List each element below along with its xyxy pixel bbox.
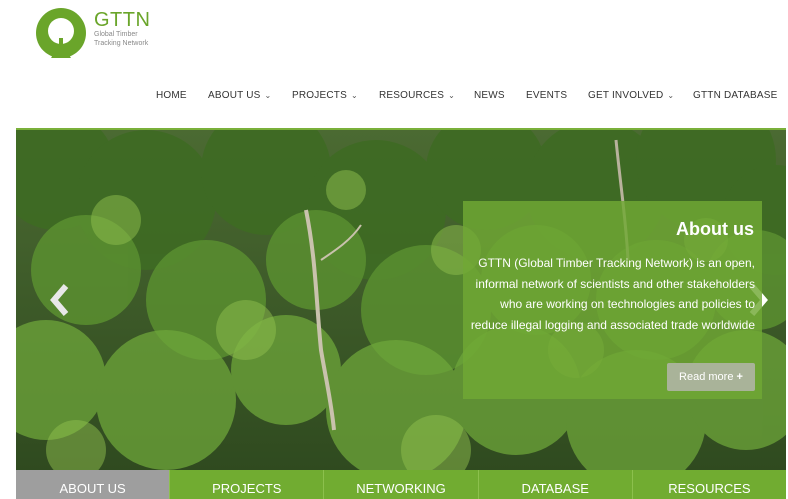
section-tabs: ABOUT US PROJECTS NETWORKING DATABASE RE… xyxy=(16,470,787,499)
read-more-button[interactable]: Read more + xyxy=(667,363,755,391)
chevron-down-icon: ⌄ xyxy=(350,91,358,100)
brand-title: GTTN xyxy=(94,9,151,31)
site-logo[interactable]: GTTN Global Timber Tracking Network xyxy=(34,6,150,60)
brand-subtitle-line1: Global Timber xyxy=(94,31,138,38)
caption-title: About us xyxy=(676,219,754,239)
nav-item-home[interactable]: HOME xyxy=(156,88,187,104)
tab-networking[interactable]: NETWORKING xyxy=(324,470,479,499)
chevron-left-icon xyxy=(50,284,69,316)
tab-database[interactable]: DATABASE xyxy=(478,470,633,499)
tab-projects[interactable]: PROJECTS xyxy=(170,470,325,499)
tab-resources[interactable]: RESOURCES xyxy=(632,470,787,499)
about-us-caption: About us GTTN (Global Timber Tracking Ne… xyxy=(463,201,762,399)
chevron-down-icon: ⌄ xyxy=(264,91,272,100)
caption-text: GTTN (Global Timber Tracking Network) is… xyxy=(470,256,755,332)
tab-about-us[interactable]: ABOUT US xyxy=(16,470,171,499)
nav-item-projects[interactable]: PROJECTS ⌄ xyxy=(292,88,358,104)
nav-item-get-involved[interactable]: GET INVOLVED ⌄ xyxy=(588,88,674,104)
nav-item-gttn-database[interactable]: GTTN DATABASE xyxy=(693,88,777,104)
brand-subtitle-line2: Tracking Network xyxy=(94,40,149,47)
chevron-down-icon: ⌄ xyxy=(448,91,456,100)
slider-prev-button[interactable] xyxy=(48,280,72,320)
chevron-down-icon: ⌄ xyxy=(667,91,675,100)
nav-item-events[interactable]: EVENTS xyxy=(526,88,567,104)
nav-item-about-us[interactable]: ABOUT US ⌄ xyxy=(208,88,271,104)
tree-logo-icon xyxy=(34,6,88,60)
main-nav: HOME ABOUT US ⌄ PROJECTS ⌄ RESOURCES ⌄ NEWS… xyxy=(0,88,788,104)
nav-item-news[interactable]: NEWS xyxy=(474,88,505,104)
plus-icon: + xyxy=(736,371,743,383)
nav-item-resources[interactable]: RESOURCES ⌄ xyxy=(379,88,455,104)
